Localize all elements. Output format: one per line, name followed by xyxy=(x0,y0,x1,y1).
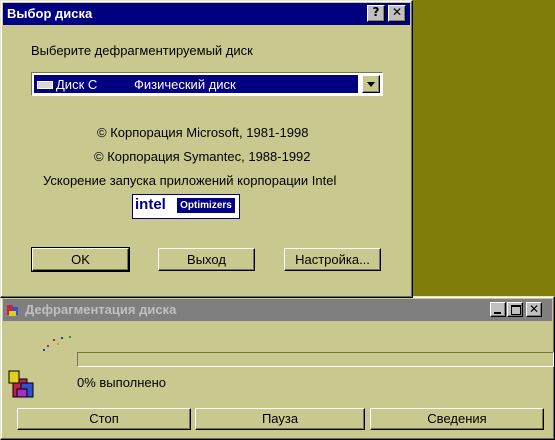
progress-bar xyxy=(77,352,554,367)
details-button[interactable]: Сведения xyxy=(370,408,544,430)
ok-button[interactable]: OK xyxy=(31,247,130,272)
intel-logo-brand: intel xyxy=(135,196,166,213)
defrag-close-button[interactable]: ✕ xyxy=(526,302,542,317)
exit-button[interactable]: Выход xyxy=(158,248,255,271)
help-icon: ? xyxy=(372,5,380,19)
dropdown-arrow-button[interactable] xyxy=(362,75,380,93)
settings-button[interactable]: Настройка... xyxy=(284,248,381,271)
stop-button[interactable]: Стоп xyxy=(17,408,191,430)
drive-prompt: Выберите дефрагментируемый диск xyxy=(31,43,253,58)
intel-optimizers-logo: intel Optimizers xyxy=(132,194,240,219)
intel-acceleration-text: Ускорение запуска приложений корпорации … xyxy=(43,173,337,188)
dialog-title: Выбор диска xyxy=(7,6,93,21)
copyright-symantec: © Корпорация Symantec, 1988-1992 xyxy=(94,149,311,164)
pause-button[interactable]: Пауза xyxy=(195,408,365,430)
chevron-down-icon xyxy=(367,82,375,87)
drive-dropdown-selection[interactable]: Диск C Физический диск xyxy=(34,75,358,93)
defrag-window: Дефрагментация диска ✕ 0% выполнено Стоп… xyxy=(0,296,555,440)
defrag-dots-icon xyxy=(39,333,79,359)
defrag-app-icon[interactable] xyxy=(5,302,21,318)
help-button[interactable]: ? xyxy=(367,5,385,22)
dialog-titlebar[interactable]: Выбор диска ? ✕ xyxy=(3,3,410,25)
settings-button-label: Настройка... xyxy=(295,252,370,267)
progress-text: 0% выполнено xyxy=(77,375,167,390)
maximize-button[interactable] xyxy=(507,302,523,317)
drive-name: Диск C xyxy=(56,77,98,92)
defrag-title: Дефрагментация диска xyxy=(25,302,177,317)
defrag-titlebar[interactable]: Дефрагментация диска ✕ xyxy=(3,299,552,321)
intel-logo-product: Optimizers xyxy=(177,198,235,213)
drive-type: Физический диск xyxy=(134,77,236,92)
minimize-button[interactable] xyxy=(490,302,506,317)
exit-button-label: Выход xyxy=(187,252,226,267)
pause-button-label: Пауза xyxy=(261,411,299,426)
stop-button-label: Стоп xyxy=(89,411,119,426)
copyright-microsoft: © Корпорация Microsoft, 1981-1998 xyxy=(97,125,309,140)
select-drive-dialog: Выбор диска ? ✕ Выберите дефрагментируем… xyxy=(0,0,413,298)
maximize-icon xyxy=(511,305,521,315)
dialog-close-button[interactable]: ✕ xyxy=(388,5,406,22)
details-button-label: Сведения xyxy=(427,411,487,426)
minimize-icon xyxy=(494,312,501,314)
close-icon: ✕ xyxy=(391,5,403,19)
defrag-blocks-icon xyxy=(7,369,39,401)
close-icon: ✕ xyxy=(528,302,540,316)
hard-drive-icon xyxy=(37,81,53,89)
drive-dropdown[interactable]: Диск C Физический диск xyxy=(31,72,383,96)
ok-button-label: OK xyxy=(71,252,90,267)
